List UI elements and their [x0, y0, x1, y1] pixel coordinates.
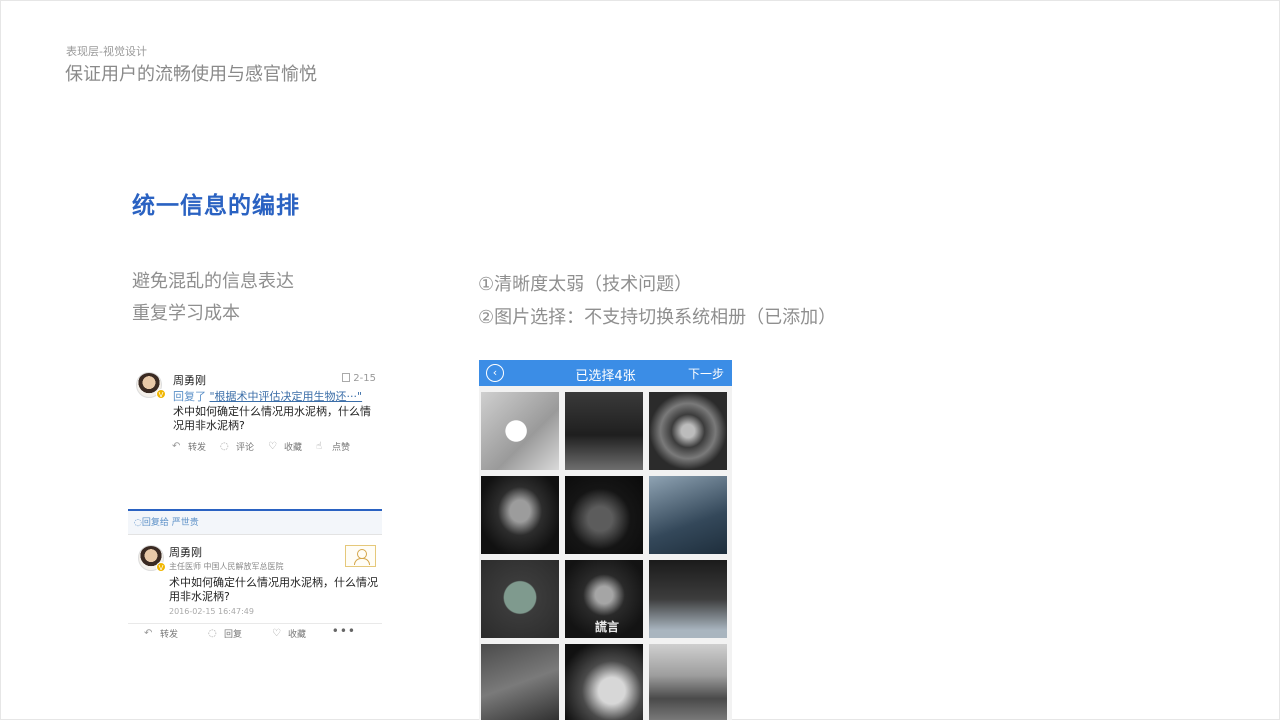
left-point: 重复学习成本 — [132, 303, 240, 324]
right-point: ②图片选择：不支持切换系统相册（已添加） — [478, 307, 837, 328]
comment-button[interactable]: ◌ 评论 — [220, 440, 254, 453]
photo-thumbnail[interactable] — [565, 644, 643, 720]
reply-content: 术中如何确定什么情况用水泥柄，什么情况用非水泥柄? — [169, 576, 378, 603]
reply-to-text: 回复给 严世贵 — [141, 518, 199, 528]
doctor-title: 主任医师 中国人民解放军总医院 — [169, 562, 284, 571]
comment-label: 评论 — [236, 443, 255, 453]
like-icon: ☝ — [316, 440, 323, 452]
comment-icon: ◌ — [208, 627, 217, 639]
verified-badge-icon: V — [156, 389, 166, 399]
like-button[interactable]: ☝ 点赞 — [316, 440, 350, 453]
photo-thumbnail[interactable]: 謊言 — [565, 560, 643, 638]
heart-icon: ♡ — [268, 440, 277, 452]
comment-icon: ◌ — [220, 440, 229, 452]
calendar-icon — [342, 373, 351, 382]
photo-thumbnail[interactable] — [565, 392, 643, 470]
post-date: 2-15 — [342, 373, 376, 384]
quoted-post-link[interactable]: "根据术中评估决定用生物还···" — [210, 390, 363, 403]
follow-user-button[interactable] — [345, 545, 376, 567]
left-point: 避免混乱的信息表达 — [132, 271, 294, 292]
favorite-button[interactable]: ♡ 收藏 — [272, 627, 306, 640]
more-icon[interactable]: ••• — [332, 624, 356, 638]
picker-navbar: ‹ 已选择4张 下一步 — [479, 360, 732, 386]
reply-to-bar[interactable]: ◌回复给 严世贵 — [128, 511, 382, 535]
action-bar: ↶ 转发 ◌ 回复 ♡ 收藏 ••• — [128, 623, 382, 640]
forward-button[interactable]: ↶ 转发 — [144, 627, 178, 640]
favorite-label: 收藏 — [284, 443, 303, 453]
reply-prefix: 回复了 — [173, 390, 206, 403]
like-label: 点赞 — [332, 443, 351, 453]
user-name[interactable]: 周勇刚 — [173, 372, 206, 388]
forward-button[interactable]: ↶ 转发 — [172, 440, 206, 453]
photo-thumbnail[interactable] — [481, 560, 559, 638]
favorite-label: 收藏 — [288, 630, 307, 640]
reply-notification-card[interactable]: V 周勇刚 2-15 回复了 "根据术中评估决定用生物还···" 术中如何确定什… — [128, 364, 382, 464]
photo-thumbnail[interactable] — [481, 476, 559, 554]
comment-icon: ◌ — [134, 518, 142, 528]
photo-caption: 謊言 — [595, 620, 620, 634]
photo-grid: 謊言 — [481, 392, 727, 720]
reply-button[interactable]: ◌ 回复 — [208, 627, 242, 640]
photo-thumbnail[interactable] — [481, 644, 559, 720]
reply-line: 回复了 "根据术中评估决定用生物还···" — [173, 388, 362, 404]
photo-thumbnail[interactable] — [481, 392, 559, 470]
slide-title: 保证用户的流畅使用与感官愉悦 — [65, 64, 317, 85]
reply-content: 术中如何确定什么情况用水泥柄，什么情况用非水泥柄? — [173, 405, 371, 432]
action-buttons: ↶ 转发 ◌ 回复 ♡ 收藏 — [144, 627, 336, 640]
right-point: ①清晰度太弱（技术问题） — [478, 274, 693, 295]
photo-thumbnail[interactable] — [649, 392, 727, 470]
reply-detail-card: ◌回复给 严世贵 V 周勇刚 主任医师 中国人民解放军总医院 术中如何确定什么情… — [128, 509, 382, 640]
heart-icon: ♡ — [272, 627, 281, 639]
favorite-button[interactable]: ♡ 收藏 — [268, 440, 302, 453]
photo-thumbnail[interactable] — [649, 644, 727, 720]
left-points: 避免混乱的信息表达 重复学习成本 — [132, 266, 294, 330]
forward-icon: ↶ — [172, 440, 181, 452]
photo-thumbnail[interactable] — [649, 560, 727, 638]
forward-label: 转发 — [188, 443, 207, 453]
slide-subtitle: 表现层-视觉设计 — [66, 45, 147, 58]
image-picker-screen: ‹ 已选择4张 下一步 謊言 — [479, 360, 732, 720]
photo-thumbnail[interactable] — [649, 476, 727, 554]
photo-thumbnail[interactable] — [565, 476, 643, 554]
forward-icon: ↶ — [144, 627, 153, 639]
action-bar: ↶ 转发 ◌ 评论 ♡ 收藏 ☝ 点赞 — [172, 440, 364, 453]
user-name[interactable]: 周勇刚 — [169, 544, 202, 560]
timestamp: 2016-02-15 16:47:49 — [169, 607, 254, 616]
next-step-button[interactable]: 下一步 — [688, 365, 724, 382]
reply-label: 回复 — [224, 630, 243, 640]
forward-label: 转发 — [160, 630, 179, 640]
verified-badge-icon: V — [156, 562, 166, 572]
date-text: 2-15 — [353, 373, 376, 384]
section-title: 统一信息的编排 — [132, 193, 300, 219]
right-points: ①清晰度太弱（技术问题） ②图片选择：不支持切换系统相册（已添加） — [478, 268, 836, 334]
